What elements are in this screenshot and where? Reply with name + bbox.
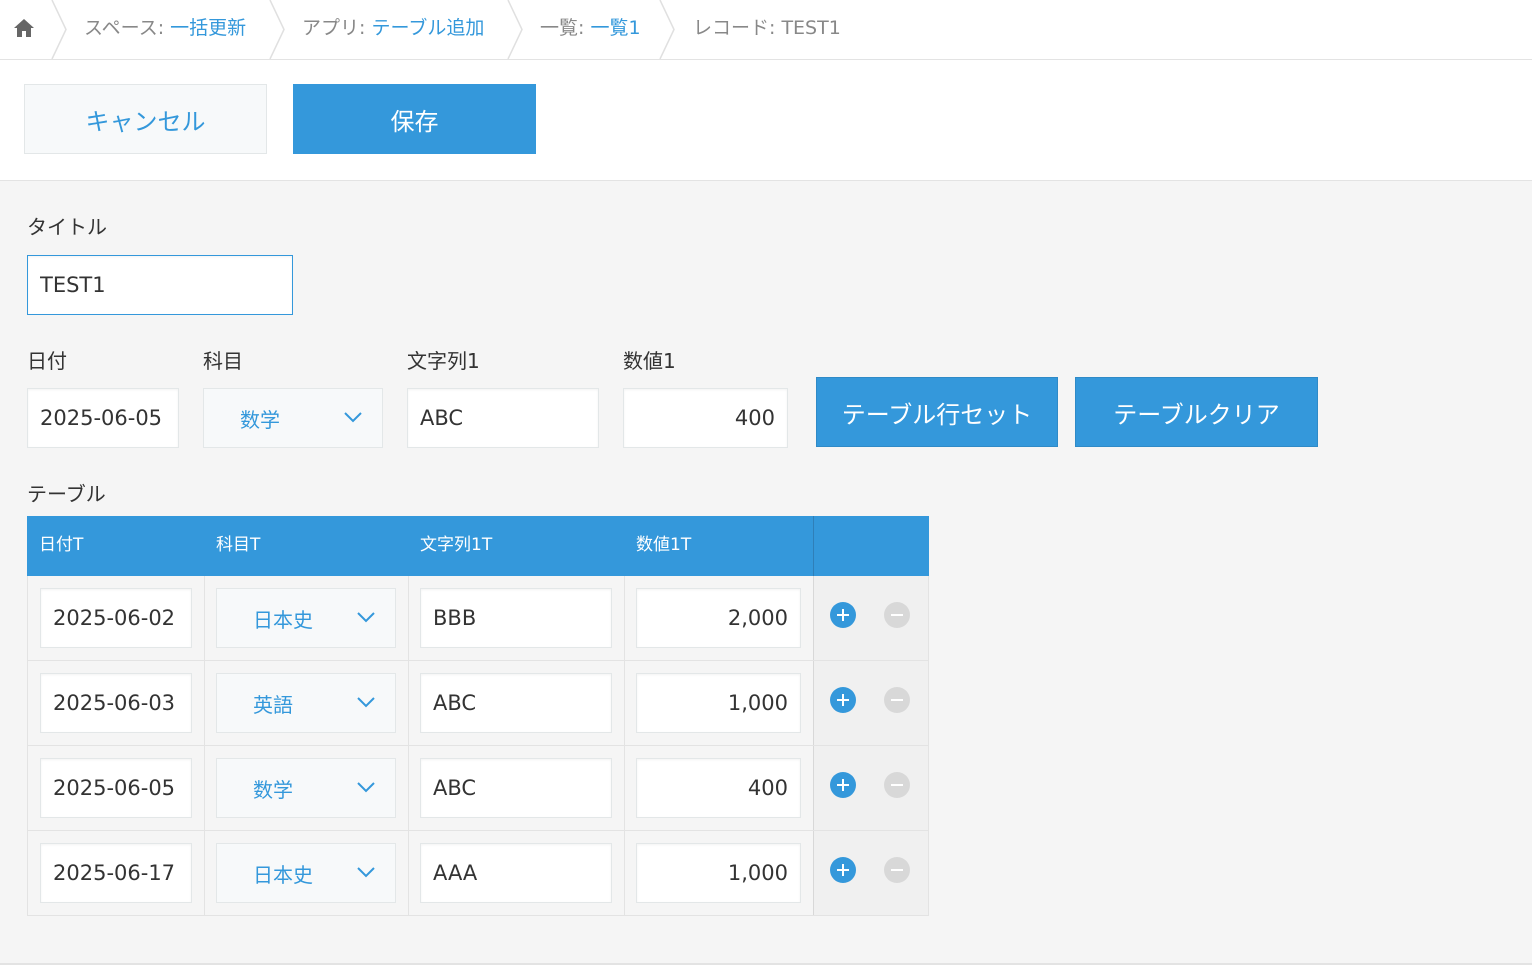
save-button[interactable]: 保存 [293,84,536,154]
date-input[interactable] [27,388,179,448]
breadcrumb-record: レコード: TEST1 [693,17,841,39]
cell-divider [624,746,625,831]
row-subject-value: 日本史 [253,862,313,887]
chevron-down-icon [357,867,375,878]
number-input[interactable] [623,388,788,448]
breadcrumb-separator-icon [507,0,523,59]
row-subject-select[interactable]: 日本史 [216,843,396,903]
row-subject-value: 英語 [253,692,293,717]
row-string-input[interactable] [420,588,612,648]
table-label: テーブル [27,482,106,506]
row-string-input[interactable] [420,673,612,733]
table-header: 日付T 科目T 文字列1T 数値1T [27,516,929,576]
breadcrumb-space-prefix: スペース: [84,17,171,39]
table-row: 数学 [27,746,929,831]
breadcrumb-separator-icon [269,0,285,59]
header-date: 日付T [39,535,84,555]
record-toolbar: キャンセル 保存 [0,60,1532,181]
cell-divider [408,831,409,916]
chevron-down-icon [357,612,375,623]
row-number-input[interactable] [636,588,801,648]
string-label: 文字列1 [407,349,480,373]
row-subject-select[interactable]: 日本史 [216,588,396,648]
row-number-input[interactable] [636,673,801,733]
remove-row-icon[interactable] [884,602,910,628]
row-subject-value: 日本史 [253,607,313,632]
number-label: 数値1 [623,349,676,373]
header-number: 数値1T [636,535,692,555]
date-label: 日付 [27,349,67,373]
add-row-icon[interactable] [830,602,856,628]
header-string: 文字列1T [420,535,493,555]
row-subject-select[interactable]: 英語 [216,673,396,733]
cell-divider [204,661,205,746]
row-number-input[interactable] [636,758,801,818]
breadcrumb-space[interactable]: スペース: 一括更新 [84,0,246,59]
breadcrumb-app-prefix: アプリ: [302,17,372,39]
remove-row-icon[interactable] [884,857,910,883]
set-table-rows-button[interactable]: テーブル行セット [816,377,1058,447]
table-border-right [928,576,929,916]
chevron-down-icon [357,697,375,708]
chevron-down-icon [344,412,362,423]
breadcrumb: スペース: 一括更新 アプリ: テーブル追加 一覧: 一覧1 レコード: TES… [0,0,1532,60]
row-string-input[interactable] [420,758,612,818]
remove-row-icon[interactable] [884,772,910,798]
subject-select-value: 数学 [240,407,280,432]
chevron-down-icon [357,782,375,793]
subject-select[interactable]: 数学 [203,388,383,448]
add-row-icon[interactable] [830,772,856,798]
cell-divider [408,661,409,746]
home-icon[interactable] [12,16,36,40]
table-row: 日本史 [27,831,929,916]
row-subject-select[interactable]: 数学 [216,758,396,818]
table-border-left [27,576,28,916]
row-date-input[interactable] [40,843,192,903]
row-date-input[interactable] [40,673,192,733]
breadcrumb-space-link[interactable]: 一括更新 [170,17,246,39]
cell-divider [408,746,409,831]
breadcrumb-view-link[interactable]: 一覧1 [590,17,640,39]
cell-divider [624,576,625,661]
title-label: タイトル [27,215,107,239]
header-divider [813,516,814,576]
string-input[interactable] [407,388,599,448]
add-row-icon[interactable] [830,857,856,883]
breadcrumb-view[interactable]: 一覧: 一覧1 [540,0,641,59]
row-string-input[interactable] [420,843,612,903]
clear-table-button[interactable]: テーブルクリア [1075,377,1318,447]
title-input[interactable] [27,255,293,315]
row-date-input[interactable] [40,758,192,818]
cell-divider [204,746,205,831]
subject-label: 科目 [203,349,243,373]
breadcrumb-view-prefix: 一覧: [540,17,591,39]
row-number-input[interactable] [636,843,801,903]
breadcrumb-separator-icon [51,0,67,59]
remove-row-icon[interactable] [884,687,910,713]
row-subject-value: 数学 [253,777,293,802]
add-row-icon[interactable] [830,687,856,713]
row-date-input[interactable] [40,588,192,648]
cell-divider [624,831,625,916]
cell-divider [408,576,409,661]
cancel-button[interactable]: キャンセル [24,84,267,154]
cell-divider [204,576,205,661]
cell-divider [204,831,205,916]
breadcrumb-app[interactable]: アプリ: テーブル追加 [302,0,484,59]
cell-divider [624,661,625,746]
breadcrumb-separator-icon [659,0,675,59]
table-row: 英語 [27,661,929,746]
header-subject: 科目T [216,535,261,555]
breadcrumb-app-link[interactable]: テーブル追加 [371,17,484,39]
table-row: 日本史 [27,576,929,661]
